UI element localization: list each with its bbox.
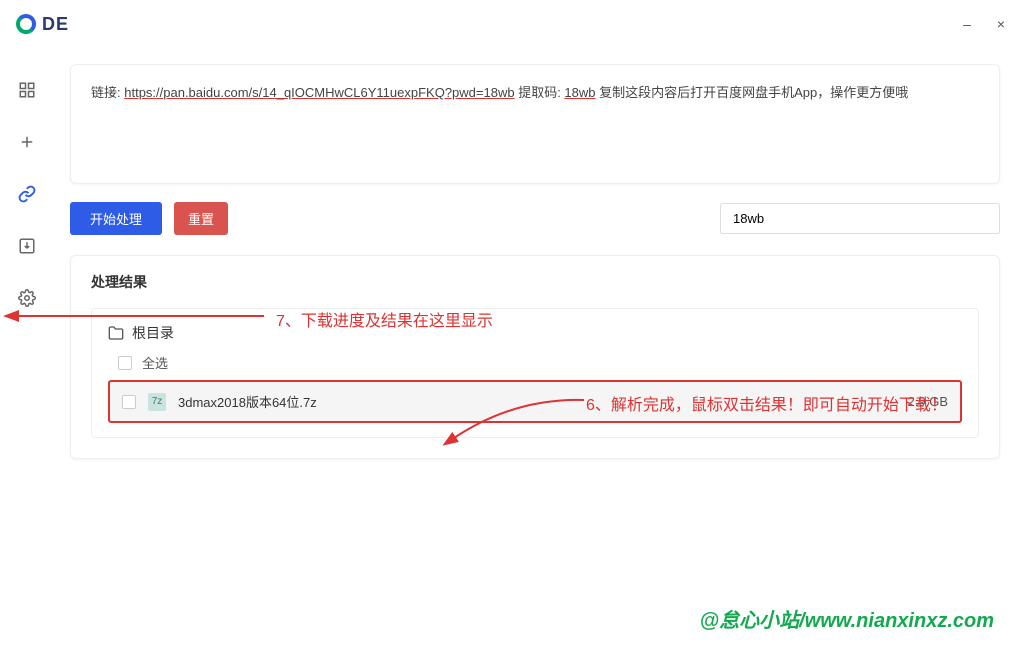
select-all-label: 全选 <box>142 353 168 372</box>
app-logo: DE <box>16 14 69 35</box>
archive-icon: 7z <box>148 393 166 411</box>
annotation-7: 7、下载进度及结果在这里显示 <box>276 307 493 331</box>
link-input-text: 链接: https://pan.baidu.com/s/14_qIOCMHwCL… <box>91 81 979 104</box>
plus-icon <box>18 133 36 151</box>
download-icon <box>18 237 36 255</box>
select-all-checkbox[interactable] <box>118 356 132 370</box>
root-label: 根目录 <box>132 323 174 343</box>
titlebar: DE – × <box>0 0 1024 48</box>
file-checkbox[interactable] <box>122 395 136 409</box>
link-icon <box>18 185 36 203</box>
sidebar-item-download[interactable] <box>15 234 39 258</box>
sidebar-item-apps[interactable] <box>15 78 39 102</box>
code-input[interactable] <box>720 203 1000 234</box>
link-input-card[interactable]: 链接: https://pan.baidu.com/s/14_qIOCMHwCL… <box>70 64 1000 184</box>
gear-icon <box>18 289 36 307</box>
logo-ring-icon <box>16 14 36 34</box>
root-folder-row[interactable]: 根目录 <box>108 323 962 343</box>
reset-button[interactable]: 重置 <box>174 202 228 235</box>
results-inner: 根目录 全选 7z 3dmax2018版本64位.7z 2.9 GB <box>91 308 979 438</box>
results-title: 处理结果 <box>71 256 999 308</box>
grid-icon <box>18 81 36 99</box>
action-row: 开始处理 重置 <box>70 202 1000 235</box>
window-controls: – × <box>960 17 1008 31</box>
file-name: 3dmax2018版本64位.7z <box>178 392 317 411</box>
main-content: 链接: https://pan.baidu.com/s/14_qIOCMHwCL… <box>54 48 1024 651</box>
select-all-row[interactable]: 全选 <box>108 353 962 372</box>
sidebar <box>0 48 54 651</box>
annotation-6: 6、解析完成，鼠标双击结果！即可自动开始下载！ <box>586 391 947 415</box>
results-card: 处理结果 根目录 全选 7z 3dmax2018版本64位.7z 2.9 GB <box>70 255 1000 459</box>
sidebar-item-link[interactable] <box>15 182 39 206</box>
app-title: DE <box>42 14 69 35</box>
watermark: @怠心小站/www.nianxinxz.com <box>700 604 994 633</box>
sidebar-item-settings[interactable] <box>15 286 39 310</box>
sidebar-item-add[interactable] <box>15 130 39 154</box>
close-button[interactable]: × <box>994 17 1008 31</box>
folder-icon <box>108 325 124 341</box>
start-button[interactable]: 开始处理 <box>70 202 162 235</box>
minimize-button[interactable]: – <box>960 17 974 31</box>
